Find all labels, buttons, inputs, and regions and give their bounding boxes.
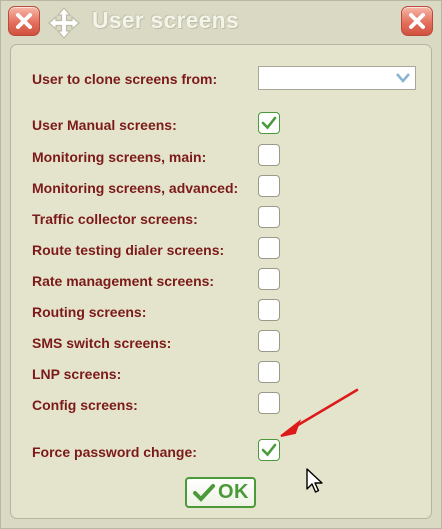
row-label-monitoring-advanced: Monitoring screens, advanced: xyxy=(32,180,239,196)
close-button-right[interactable] xyxy=(401,6,433,36)
checkbox-user-manual[interactable] xyxy=(258,112,280,134)
row-label-user-manual: User Manual screens: xyxy=(32,117,177,133)
checkbox-routing[interactable] xyxy=(258,299,280,321)
window-title: User screens xyxy=(92,7,239,33)
close-icon xyxy=(16,13,32,29)
ok-label: OK xyxy=(218,481,249,503)
ok-button[interactable]: OK xyxy=(185,477,256,508)
close-icon xyxy=(409,13,425,29)
row-label-sms-switch: SMS switch screens: xyxy=(32,335,172,351)
form-panel: User to clone screens from: User Manual … xyxy=(10,44,432,519)
clone-user-select[interactable] xyxy=(258,66,416,90)
checkbox-monitoring-main[interactable] xyxy=(258,144,280,166)
close-button-left[interactable] xyxy=(8,6,40,36)
check-icon xyxy=(193,483,215,502)
force-password-label: Force password change: xyxy=(32,444,197,460)
user-screens-dialog: User screens User to clone screens from:… xyxy=(0,0,442,529)
mouse-cursor-icon xyxy=(306,468,323,493)
clone-user-label: User to clone screens from: xyxy=(32,71,218,87)
checkbox-sms-switch[interactable] xyxy=(258,330,280,352)
row-label-route-testing: Route testing dialer screens: xyxy=(32,242,225,258)
row-label-routing: Routing screens: xyxy=(32,304,147,320)
row-label-monitoring-main: Monitoring screens, main: xyxy=(32,149,207,165)
annotation-arrow-icon xyxy=(280,388,359,437)
title-bar[interactable]: User screens xyxy=(1,1,442,41)
checkbox-route-testing[interactable] xyxy=(258,237,280,259)
checkbox-lnp[interactable] xyxy=(258,361,280,383)
checkbox-monitoring-advanced[interactable] xyxy=(258,175,280,197)
move-icon[interactable] xyxy=(47,6,81,40)
row-label-config: Config screens: xyxy=(32,397,138,413)
row-label-lnp: LNP screens: xyxy=(32,366,122,382)
row-label-rate-management: Rate management screens: xyxy=(32,273,215,289)
checkbox-traffic-collector[interactable] xyxy=(258,206,280,228)
checkbox-rate-management[interactable] xyxy=(258,268,280,290)
chevron-down-icon xyxy=(396,73,410,83)
check-icon xyxy=(261,116,277,130)
row-label-traffic-collector: Traffic collector screens: xyxy=(32,211,198,227)
